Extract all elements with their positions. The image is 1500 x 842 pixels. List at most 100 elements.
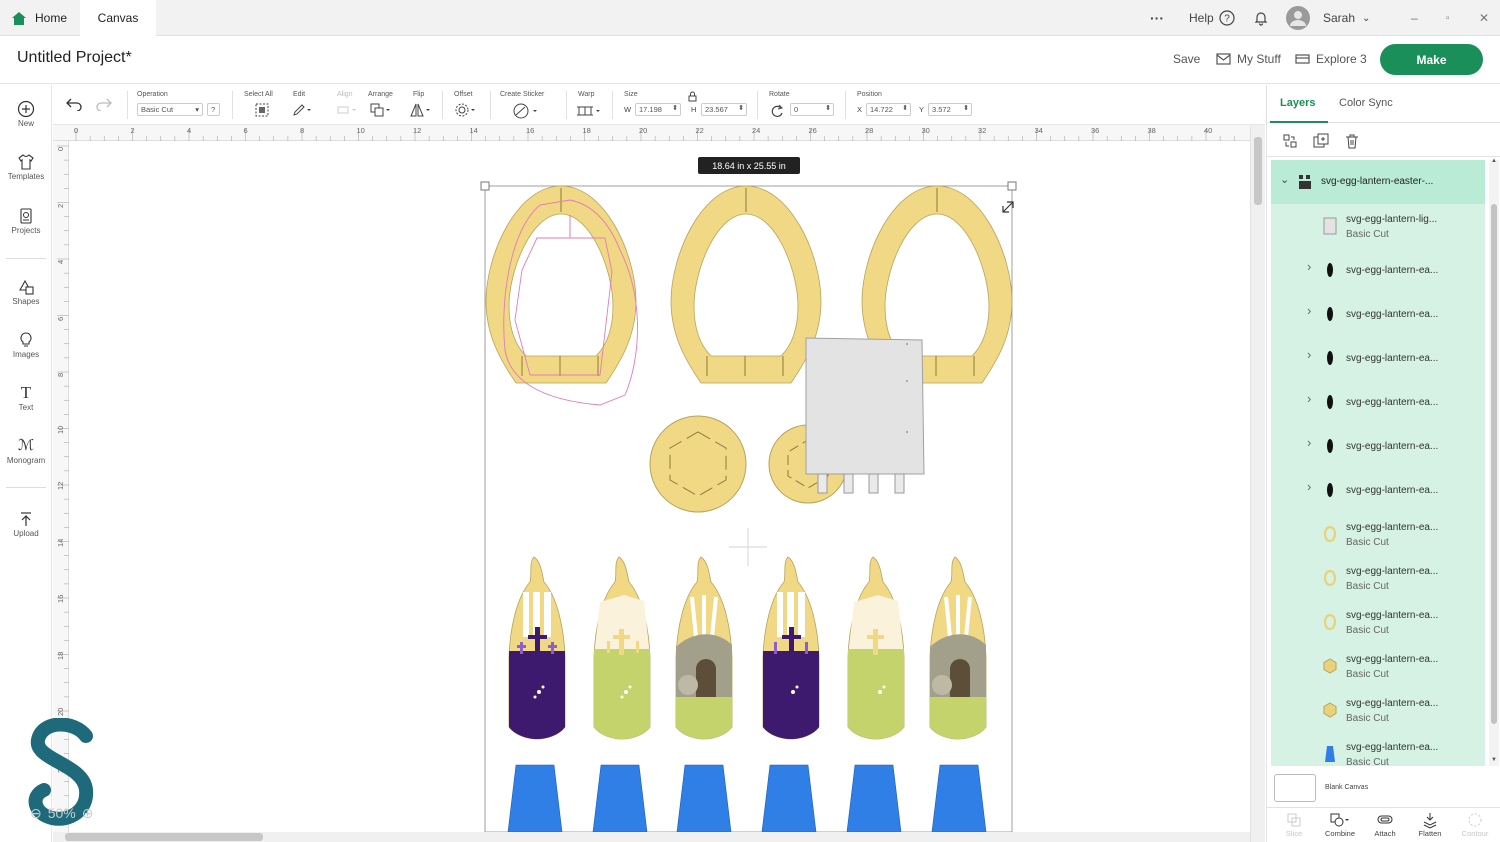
minimize-button[interactable]: – <box>1411 0 1418 36</box>
group-icon[interactable] <box>1282 133 1298 149</box>
more-menu-button[interactable]: ··· <box>1150 0 1164 36</box>
arrange-icon[interactable] <box>370 103 392 117</box>
blue-panels[interactable] <box>507 764 987 832</box>
layer-row[interactable]: › svg-egg-lantern-ea... <box>1271 468 1485 512</box>
zoom-out-icon[interactable]: ⊖ <box>30 805 42 822</box>
width-input[interactable]: 17.198 ⬍ <box>635 103 681 116</box>
layer-row[interactable]: svg-egg-lantern-ea... Basic Cut <box>1271 688 1485 732</box>
save-button[interactable]: Save <box>1173 52 1200 66</box>
sidebar-item-templates[interactable]: Templates <box>0 152 52 181</box>
zoom-control[interactable]: ⊖ 50% ⊕ <box>30 804 94 822</box>
lantern-panel-tomb-6[interactable] <box>929 556 987 740</box>
sidebar-item-monogram[interactable]: ℳ Monogram <box>0 436 52 465</box>
chevron-right-icon[interactable]: › <box>1307 435 1311 450</box>
chevron-right-icon[interactable]: › <box>1307 303 1311 318</box>
ruler-label: 8 <box>56 372 65 377</box>
vertical-scrollbar[interactable] <box>1250 125 1265 842</box>
design-canvas[interactable]: 18.64 in x 25.55 in <box>70 142 1250 832</box>
layer-row[interactable]: svg-egg-lantern-ea... Basic Cut <box>1271 600 1485 644</box>
chevron-down-icon[interactable]: ⌄ <box>1280 173 1289 186</box>
position-x-input[interactable]: 14.722 ⬍ <box>866 103 911 116</box>
resize-handle-icon[interactable] <box>1002 201 1014 213</box>
flatten-button[interactable]: Flatten <box>1408 811 1452 838</box>
undo-icon[interactable] <box>65 97 83 111</box>
my-stuff-button[interactable]: My Stuff <box>1216 52 1281 66</box>
height-input[interactable]: 23.567 ⬍ <box>701 103 747 116</box>
scroll-thumb[interactable] <box>1491 204 1497 724</box>
slice-button[interactable]: Slice <box>1272 811 1316 838</box>
rotate-input[interactable]: 0 ⬍ <box>790 103 834 116</box>
lantern-panel-crosses-2[interactable] <box>593 556 651 740</box>
chevron-right-icon[interactable]: › <box>1307 347 1311 362</box>
flip-icon[interactable] <box>410 103 432 117</box>
layer-row[interactable]: › svg-egg-lantern-ea... <box>1271 248 1485 292</box>
selection-handle[interactable] <box>480 181 490 191</box>
tab-home[interactable]: Home <box>0 0 78 36</box>
layer-row[interactable]: svg-egg-lantern-ea... Basic Cut <box>1271 644 1485 688</box>
lantern-panel-cross-4[interactable] <box>762 556 820 740</box>
zoom-in-icon[interactable]: ⊕ <box>82 805 94 822</box>
layer-row[interactable]: › svg-egg-lantern-ea... <box>1271 380 1485 424</box>
project-title[interactable]: Untitled Project* <box>17 49 132 67</box>
scroll-thumb[interactable] <box>1254 137 1262 205</box>
layer-scrollbar[interactable]: ▲ ▼ <box>1489 158 1499 766</box>
layer-row[interactable]: › svg-egg-lantern-ea... <box>1271 292 1485 336</box>
tab-canvas[interactable]: Canvas <box>80 0 156 36</box>
contour-button[interactable]: Contour <box>1453 811 1497 838</box>
egg-frame-1[interactable] <box>485 185 638 406</box>
duplicate-icon[interactable] <box>1313 133 1329 149</box>
layer-thumbnail-icon <box>1327 307 1333 321</box>
operation-select[interactable]: Basic Cut ▾ <box>137 103 203 116</box>
blank-canvas-swatch[interactable] <box>1274 774 1316 802</box>
group-name: svg-egg-lantern-easter-... <box>1321 176 1434 187</box>
light-insert-rectangle[interactable] <box>805 337 925 494</box>
help-button[interactable]: Help ? <box>1189 0 1235 36</box>
chevron-right-icon[interactable]: › <box>1307 391 1311 406</box>
selection-handle[interactable] <box>1007 181 1017 191</box>
sticker-icon[interactable] <box>513 103 539 119</box>
layer-row[interactable]: › svg-egg-lantern-ea... <box>1271 424 1485 468</box>
layer-group[interactable]: ⌄ svg-egg-lantern-easter-... <box>1271 160 1485 204</box>
egg-frame-2[interactable] <box>670 185 822 384</box>
offset-icon[interactable] <box>455 103 477 117</box>
layer-row[interactable]: svg-egg-lantern-ea... Basic Cut <box>1271 732 1485 766</box>
attach-button[interactable]: Attach <box>1363 811 1407 838</box>
sidebar-item-shapes[interactable]: Shapes <box>0 277 52 306</box>
pencil-icon[interactable] <box>292 103 312 117</box>
sidebar-item-text[interactable]: T Text <box>0 383 52 412</box>
notifications-button[interactable] <box>1253 0 1269 36</box>
layer-row[interactable]: › svg-egg-lantern-ea... <box>1271 336 1485 380</box>
operation-help-button[interactable]: ? <box>207 103 220 116</box>
lock-icon[interactable] <box>688 91 697 102</box>
position-y-input[interactable]: 3.572 ⬍ <box>928 103 972 116</box>
sidebar-item-new[interactable]: New <box>0 99 52 128</box>
layer-row[interactable]: svg-egg-lantern-lig... Basic Cut <box>1271 204 1485 248</box>
sidebar-item-images[interactable]: Images <box>0 330 52 359</box>
lantern-panel-cross-1[interactable] <box>508 556 566 740</box>
combine-button[interactable]: Combine <box>1318 811 1362 838</box>
select-all-icon[interactable] <box>255 103 269 117</box>
layer-row[interactable]: svg-egg-lantern-ea... Basic Cut <box>1271 556 1485 600</box>
sidebar-item-upload[interactable]: Upload <box>0 509 52 538</box>
base-circle-1[interactable] <box>649 415 747 513</box>
restore-button[interactable]: ▫ <box>1446 0 1450 36</box>
redo-icon[interactable] <box>95 97 113 111</box>
chevron-right-icon[interactable]: › <box>1307 479 1311 494</box>
warp-icon[interactable] <box>576 104 602 118</box>
align-icon[interactable] <box>337 105 357 115</box>
tab-color-sync[interactable]: Color Sync <box>1339 97 1393 109</box>
user-menu[interactable]: Sarah ⌄ <box>1286 0 1370 36</box>
sidebar-item-projects[interactable]: Projects <box>0 206 52 235</box>
trash-icon[interactable] <box>1344 133 1360 149</box>
make-button[interactable]: Make <box>1380 44 1483 75</box>
horizontal-scrollbar[interactable] <box>53 832 1250 842</box>
layer-row[interactable]: svg-egg-lantern-ea... Basic Cut <box>1271 512 1485 556</box>
edit-label: Edit <box>293 91 306 98</box>
chevron-right-icon[interactable]: › <box>1307 259 1311 274</box>
lantern-panel-tomb-3[interactable] <box>675 556 733 740</box>
close-button[interactable]: ✕ <box>1479 0 1489 36</box>
lantern-panel-crosses-5[interactable] <box>847 556 905 740</box>
scroll-thumb[interactable] <box>65 833 263 841</box>
tab-layers[interactable]: Layers <box>1280 97 1315 109</box>
machine-selector[interactable]: Explore 3 <box>1295 52 1367 66</box>
